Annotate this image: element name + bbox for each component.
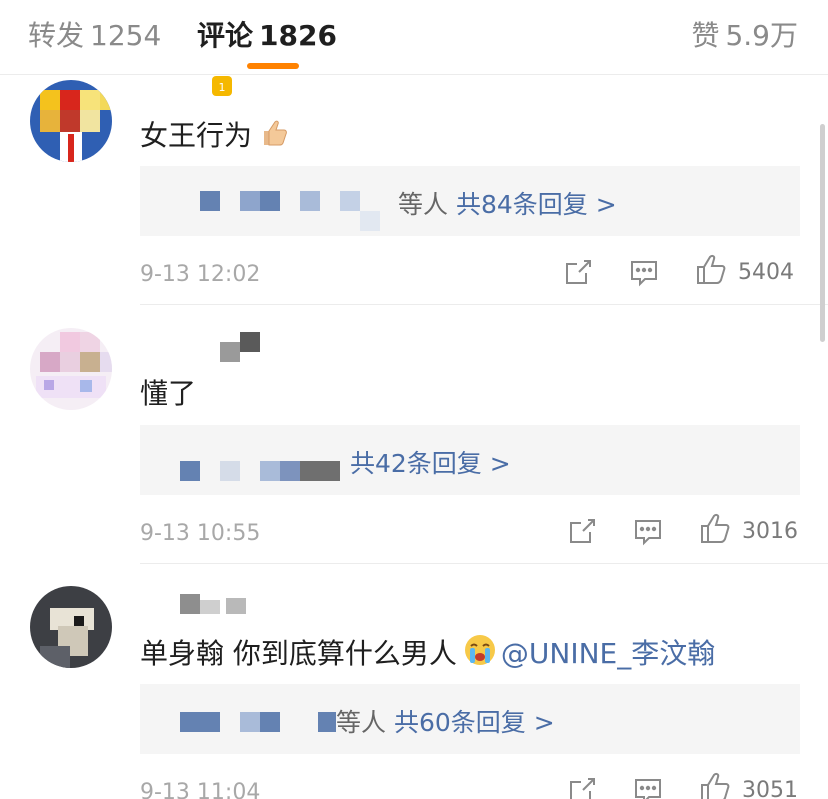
comment-meta: 9-13 10:55 3016	[140, 513, 800, 555]
avatar-mosaic	[30, 80, 112, 162]
timestamp: 9-13 10:55	[140, 521, 261, 546]
tab-bar: 转发 1254 评论 1826 赞 5.9万	[0, 0, 828, 75]
reply-summary[interactable]: 等人 共84条回复 >	[398, 185, 617, 221]
timestamp: 9-13 11:04	[140, 780, 261, 799]
reply-icon[interactable]	[632, 774, 664, 799]
tab-comments-label: 评论	[197, 19, 254, 52]
reply-icon[interactable]	[628, 256, 660, 288]
reply-icon[interactable]	[632, 515, 664, 547]
reply-count-link[interactable]: 共42条回复 >	[350, 449, 511, 478]
share-icon[interactable]	[566, 774, 598, 799]
like-count: 3016	[742, 519, 798, 544]
avatar-mosaic	[30, 328, 112, 410]
reply-preview[interactable]: 等人 共60条回复 >	[140, 684, 800, 754]
comment-meta: 9-13 12:02 5404	[140, 254, 800, 296]
mention-link[interactable]: @UNINE_李汶翰	[501, 637, 715, 670]
comment-meta: 9-13 11:04 3051	[140, 772, 800, 799]
reply-summary[interactable]: 等人 共60条回复 >	[336, 703, 555, 739]
tab-comments-count: 1826	[259, 19, 337, 52]
comment-body: 女王行为	[140, 119, 253, 152]
reply-people-suffix: 等人	[398, 190, 449, 219]
reply-people-suffix: 等人	[336, 708, 387, 737]
scrollbar[interactable]	[820, 124, 825, 342]
avatar[interactable]	[30, 328, 112, 410]
tab-repost[interactable]: 转发 1254	[28, 14, 161, 54]
thumbs-up-emoji-icon	[258, 117, 290, 156]
like-count: 5404	[738, 260, 794, 285]
comment-text: 懂了	[140, 372, 196, 412]
avatar[interactable]	[30, 80, 112, 162]
like-icon[interactable]	[699, 770, 733, 799]
comment-text: 女王行为	[140, 114, 290, 156]
tab-repost-count: 1254	[90, 19, 162, 52]
tab-likes-count: 5.9万	[725, 19, 798, 52]
share-icon[interactable]	[562, 256, 594, 288]
avatar-mosaic	[30, 586, 112, 668]
vip-badge-icon: 1	[210, 74, 234, 98]
comment-divider	[140, 304, 828, 305]
comment-body: 懂了	[140, 377, 197, 410]
reply-count-link[interactable]: 共84条回复 >	[456, 190, 617, 219]
tab-likes[interactable]: 赞 5.9万	[691, 14, 798, 54]
share-icon[interactable]	[566, 515, 598, 547]
comment-body: 单身翰 你到底算什么男人	[140, 637, 457, 670]
comment-divider	[140, 563, 828, 564]
crying-face-emoji-icon	[463, 633, 497, 674]
timestamp: 9-13 12:02	[140, 262, 261, 287]
avatar[interactable]	[30, 586, 112, 668]
active-tab-indicator	[247, 63, 299, 69]
like-icon[interactable]	[699, 511, 733, 545]
tab-repost-label: 转发	[28, 19, 85, 52]
tab-likes-label: 赞	[691, 19, 720, 52]
tab-comments[interactable]: 评论 1826	[197, 14, 337, 54]
reply-preview[interactable]: 共42条回复 >	[140, 425, 800, 495]
like-count: 3051	[742, 778, 798, 799]
svg-text:1: 1	[219, 81, 226, 94]
reply-summary[interactable]: 共42条回复 >	[350, 444, 511, 480]
comments-page: 转发 1254 评论 1826 赞 5.9万 1 女王行为 等人 共84条回复 …	[0, 0, 828, 799]
reply-preview[interactable]: 等人 共84条回复 >	[140, 166, 800, 236]
comment-text: 单身翰 你到底算什么男人 @UNINE_李汶翰	[140, 632, 715, 674]
reply-count-link[interactable]: 共60条回复 >	[394, 708, 555, 737]
like-icon[interactable]	[695, 252, 729, 286]
